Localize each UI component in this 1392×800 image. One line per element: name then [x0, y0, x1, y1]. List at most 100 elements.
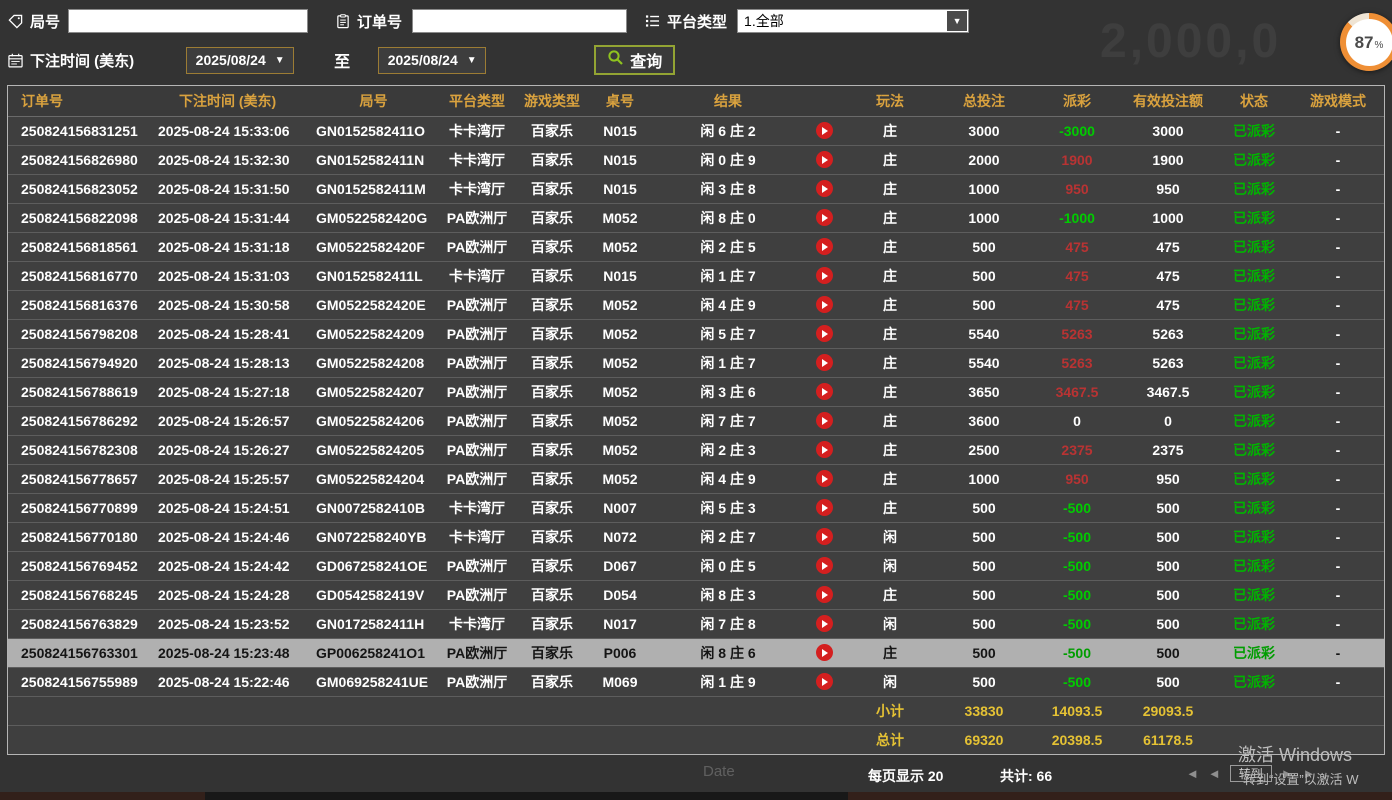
cell-payout: 475 — [1034, 232, 1120, 261]
pager-next-icon[interactable]: ► — [1281, 766, 1294, 781]
order-number-input[interactable] — [412, 9, 627, 33]
cell-total-bet: 500 — [934, 609, 1034, 638]
cell-payout: 0 — [1034, 406, 1120, 435]
table-header-row: 订单号下注时间 (美东)局号平台类型游戏类型桌号结果玩法总投注派彩有效投注额状态… — [8, 86, 1384, 116]
cell-valid-bet: 0 — [1120, 406, 1216, 435]
table-row[interactable]: 2508241568185612025-08-24 15:31:18GM0522… — [8, 232, 1384, 261]
play-button[interactable] — [816, 354, 833, 371]
platform-type-select[interactable]: 1.全部 ▼ — [737, 9, 969, 33]
cell-round: GM05225824205 — [311, 435, 436, 464]
bet-time-label-group: 下注时间 (美东) — [8, 50, 134, 71]
query-button[interactable]: 查询 — [594, 45, 675, 75]
cell-round: GD067258241OE — [311, 551, 436, 580]
play-button[interactable] — [816, 557, 833, 574]
table-row[interactable]: 2508241568167702025-08-24 15:31:03GN0152… — [8, 261, 1384, 290]
table-row[interactable]: 2508241567694522025-08-24 15:24:42GD0672… — [8, 551, 1384, 580]
cell-payout: -500 — [1034, 493, 1120, 522]
cell-round: GM0522582420F — [311, 232, 436, 261]
cell-total-bet: 500 — [934, 522, 1034, 551]
table-row[interactable]: 2508241567559892025-08-24 15:22:46GM0692… — [8, 667, 1384, 696]
cell-round: GN0072582410B — [311, 493, 436, 522]
play-button[interactable] — [816, 441, 833, 458]
play-button[interactable] — [816, 644, 833, 661]
play-button[interactable] — [816, 383, 833, 400]
date-to-picker[interactable]: 2025/08/24 ▼ — [378, 47, 486, 74]
cell-platform: PA欧洲厅 — [436, 580, 518, 609]
play-button[interactable] — [816, 238, 833, 255]
platform-type-selected-value: 1.全部 — [738, 11, 947, 31]
pager-prev-icon[interactable]: ◄ — [1208, 766, 1221, 781]
table-row[interactable]: 2508241567682452025-08-24 15:24:28GD0542… — [8, 580, 1384, 609]
cell-total-bet: 2500 — [934, 435, 1034, 464]
table-row[interactable]: 2508241567823082025-08-24 15:26:27GM0522… — [8, 435, 1384, 464]
cell-payout: -500 — [1034, 609, 1120, 638]
cell-replay — [802, 551, 846, 580]
cell-game: 百家乐 — [518, 377, 586, 406]
table-row[interactable]: 2508241567633012025-08-24 15:23:48GP0062… — [8, 638, 1384, 667]
table-row[interactable]: 2508241568269802025-08-24 15:32:30GN0152… — [8, 145, 1384, 174]
cell-status: 已派彩 — [1216, 348, 1292, 377]
summary-empty — [1216, 696, 1292, 725]
table-row[interactable]: 2508241567638292025-08-24 15:23:52GN0172… — [8, 609, 1384, 638]
cell-round: GN0172582411H — [311, 609, 436, 638]
table-row[interactable]: 2508241567982082025-08-24 15:28:41GM0522… — [8, 319, 1384, 348]
cell-total-bet: 500 — [934, 290, 1034, 319]
cell-replay — [802, 116, 846, 145]
table-row[interactable]: 2508241567701802025-08-24 15:24:46GN0722… — [8, 522, 1384, 551]
cell-order: 250824156788619 — [8, 377, 153, 406]
cell-table-no: M052 — [586, 319, 654, 348]
pager-first-icon[interactable]: ◄ — [1186, 766, 1199, 781]
cell-order: 250824156763301 — [8, 638, 153, 667]
play-button[interactable] — [816, 209, 833, 226]
play-button[interactable] — [816, 499, 833, 516]
table-row[interactable]: 2508241567786572025-08-24 15:25:57GM0522… — [8, 464, 1384, 493]
play-button[interactable] — [816, 122, 833, 139]
gauge-unit: % — [1375, 40, 1384, 51]
play-button[interactable] — [816, 586, 833, 603]
cell-table-no: N015 — [586, 261, 654, 290]
play-button[interactable] — [816, 412, 833, 429]
play-button[interactable] — [816, 470, 833, 487]
play-button[interactable] — [816, 528, 833, 545]
cell-status: 已派彩 — [1216, 638, 1292, 667]
date-from-picker[interactable]: 2025/08/24 ▼ — [186, 47, 294, 74]
table-row[interactable]: 2508241567862922025-08-24 15:26:57GM0522… — [8, 406, 1384, 435]
play-button[interactable] — [816, 296, 833, 313]
table-row[interactable]: 2508241568220982025-08-24 15:31:44GM0522… — [8, 203, 1384, 232]
cell-table-no: P006 — [586, 638, 654, 667]
play-button[interactable] — [816, 615, 833, 632]
cell-total-bet: 500 — [934, 232, 1034, 261]
play-button[interactable] — [816, 325, 833, 342]
calendar-icon — [8, 53, 23, 68]
cell-valid-bet: 5263 — [1120, 348, 1216, 377]
summary-valid-bet: 61178.5 — [1120, 725, 1216, 754]
pager-last-icon[interactable]: ► — [1303, 766, 1316, 781]
page-goto-box[interactable]: 转到 — [1230, 765, 1272, 782]
cell-replay — [802, 203, 846, 232]
cell-replay — [802, 290, 846, 319]
summary-payout: 20398.5 — [1034, 725, 1120, 754]
table-row[interactable]: 2508241567708992025-08-24 15:24:51GN0072… — [8, 493, 1384, 522]
cell-status: 已派彩 — [1216, 464, 1292, 493]
round-number-input[interactable] — [68, 9, 308, 33]
table-row[interactable]: 2508241568230522025-08-24 15:31:50GN0152… — [8, 174, 1384, 203]
summary-empty — [1292, 725, 1384, 754]
cell-result: 闲 7 庄 8 — [654, 609, 802, 638]
play-button[interactable] — [816, 180, 833, 197]
table-row[interactable]: 2508241568163762025-08-24 15:30:58GM0522… — [8, 290, 1384, 319]
bottom-bar: 每页显示 20 共计: 66 ◄ ◄ 转到 ► ► — [0, 755, 1392, 794]
table-row[interactable]: 2508241567949202025-08-24 15:28:13GM0522… — [8, 348, 1384, 377]
play-button[interactable] — [816, 673, 833, 690]
cell-replay — [802, 493, 846, 522]
play-button[interactable] — [816, 267, 833, 284]
cell-game-mode: - — [1292, 290, 1384, 319]
cell-game: 百家乐 — [518, 435, 586, 464]
table-row[interactable]: 2508241567886192025-08-24 15:27:18GM0522… — [8, 377, 1384, 406]
play-button[interactable] — [816, 151, 833, 168]
cell-table-no: D067 — [586, 551, 654, 580]
round-number-label: 局号 — [30, 11, 60, 32]
table-row[interactable]: 2508241568312512025-08-24 15:33:06GN0152… — [8, 116, 1384, 145]
page-size-label[interactable]: 每页显示 20 — [868, 766, 943, 786]
cell-game: 百家乐 — [518, 261, 586, 290]
cell-time: 2025-08-24 15:26:57 — [153, 406, 311, 435]
